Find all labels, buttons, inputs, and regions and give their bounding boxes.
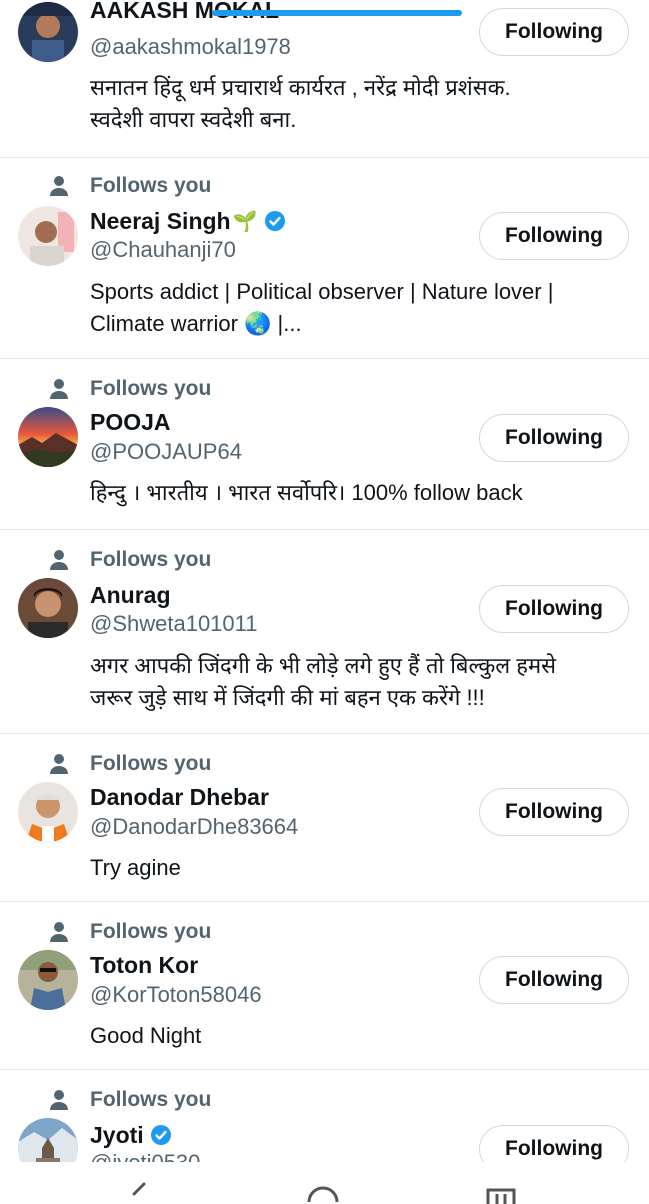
follows-you-label: Follows you (90, 1088, 212, 1111)
system-nav-bar (0, 1162, 649, 1204)
bio-line: स्वदेशी वापरा स्वदेशी बना. (90, 107, 297, 132)
bio-line: जरूर जुड़े साथ में जिंदगी की मां बहन एक … (90, 685, 485, 710)
following-button[interactable]: Following (479, 8, 629, 56)
user-bio: Try agine (90, 852, 610, 884)
follows-you-label: Follows you (90, 752, 212, 775)
user-handle[interactable]: @POOJAUP64 (90, 439, 242, 465)
name-line: POOJA (90, 407, 171, 437)
bio-line: अगर आपकी जिंदगी के भी लोड़े लगे हुए हैं … (90, 653, 557, 678)
user-name[interactable]: Toton Kor (90, 952, 198, 979)
name-line: Neeraj Singh 🌱 (90, 206, 286, 236)
user-row-jyoti[interactable]: Follows you Jyoti @jyoti0530 Following (0, 1070, 649, 1162)
follows-you-indicator: Follows you (48, 752, 211, 776)
bio-line: हिन्दु । भारतीय । भारत सर्वोपरि। 100% fo… (90, 480, 523, 505)
following-button[interactable]: Following (479, 788, 629, 836)
user-name[interactable]: Anurag (90, 582, 171, 609)
following-button[interactable]: Following (479, 414, 629, 462)
avatar[interactable] (18, 950, 78, 1010)
user-name[interactable]: Neeraj Singh (90, 208, 231, 235)
user-bio: अगर आपकी जिंदगी के भी लोड़े लगे हुए हैं … (90, 650, 610, 714)
follows-you-indicator: Follows you (48, 377, 211, 401)
user-row-pooja[interactable]: Follows you POOJA @POOJAUP64 हिन्दु । भा… (0, 359, 649, 530)
avatar[interactable] (18, 578, 78, 638)
user-bio: Sports addict | Political observer | Nat… (90, 276, 610, 340)
bio-line: Climate warrior 🌏 |... (90, 311, 302, 336)
home-icon[interactable] (306, 1184, 340, 1204)
user-row-anurag[interactable]: Follows you Anurag @Shweta101011 अगर आपक… (0, 530, 649, 734)
name-line: Jyoti (90, 1120, 172, 1150)
user-bio: हिन्दु । भारतीय । भारत सर्वोपरि। 100% fo… (90, 477, 610, 509)
user-handle[interactable]: @aakashmokal1978 (90, 34, 291, 60)
user-handle[interactable]: @jyoti0530 (90, 1150, 200, 1162)
follows-you-label: Follows you (90, 920, 212, 943)
following-button[interactable]: Following (479, 212, 629, 260)
user-handle[interactable]: @Chauhanji70 (90, 237, 236, 263)
user-name[interactable]: Danodar Dhebar (90, 784, 269, 811)
avatar[interactable] (18, 782, 78, 842)
bio-line: Try agine (90, 855, 181, 880)
user-handle[interactable]: @DanodarDhe83664 (90, 814, 298, 840)
verified-badge-icon[interactable] (264, 210, 286, 232)
bio-line: Good Night (90, 1023, 202, 1048)
avatar[interactable] (18, 1118, 78, 1162)
user-handle[interactable]: @Shweta101011 (90, 611, 258, 637)
avatar[interactable] (18, 2, 78, 62)
user-bio: Good Night (90, 1020, 610, 1052)
follows-you-label: Follows you (90, 548, 212, 571)
user-name[interactable]: Jyoti (90, 1122, 144, 1149)
scroll-indicator (212, 10, 462, 16)
bio-line: सनातन हिंदू धर्म प्रचारार्थ कार्यरत , नर… (90, 75, 511, 100)
following-button[interactable]: Following (479, 956, 629, 1004)
person-icon (50, 754, 68, 774)
seedling-emoji: 🌱 (232, 210, 258, 233)
follows-you-label: Follows you (90, 377, 212, 400)
back-icon[interactable] (126, 1182, 150, 1202)
name-line: Anurag (90, 580, 171, 610)
user-row-aakash[interactable]: AAKASH MOKAL @aakashmokal1978 सनातन हिंद… (0, 0, 649, 158)
following-button[interactable]: Following (479, 585, 629, 633)
user-row-toton[interactable]: Follows you Toton Kor @KorToton58046 Goo… (0, 902, 649, 1070)
user-bio: सनातन हिंदू धर्म प्रचारार्थ कार्यरत , नर… (90, 72, 610, 136)
name-line: Toton Kor (90, 950, 198, 980)
avatar[interactable] (18, 407, 78, 467)
person-icon (50, 1090, 68, 1110)
person-icon (50, 176, 68, 196)
person-icon (50, 550, 68, 570)
following-button[interactable]: Following (479, 1125, 629, 1162)
bio-line: Sports addict | Political observer | Nat… (90, 279, 554, 304)
follows-you-label: Follows you (90, 174, 212, 197)
name-line: Danodar Dhebar (90, 782, 269, 812)
user-row-neeraj[interactable]: Follows you Neeraj Singh 🌱 @Chauhanji70 … (0, 158, 649, 359)
verified-badge-icon[interactable] (150, 1124, 172, 1146)
person-icon (50, 922, 68, 942)
user-handle[interactable]: @KorToton58046 (90, 982, 262, 1008)
follows-you-indicator: Follows you (48, 548, 211, 572)
user-row-danodar[interactable]: Follows you Danodar Dhebar @DanodarDhe83… (0, 734, 649, 902)
avatar[interactable] (18, 206, 78, 266)
follows-you-indicator: Follows you (48, 1088, 211, 1112)
user-name[interactable]: POOJA (90, 409, 171, 436)
follows-you-indicator: Follows you (48, 174, 211, 198)
follows-you-indicator: Follows you (48, 920, 211, 944)
person-icon (50, 379, 68, 399)
recent-apps-icon[interactable] (484, 1184, 518, 1204)
